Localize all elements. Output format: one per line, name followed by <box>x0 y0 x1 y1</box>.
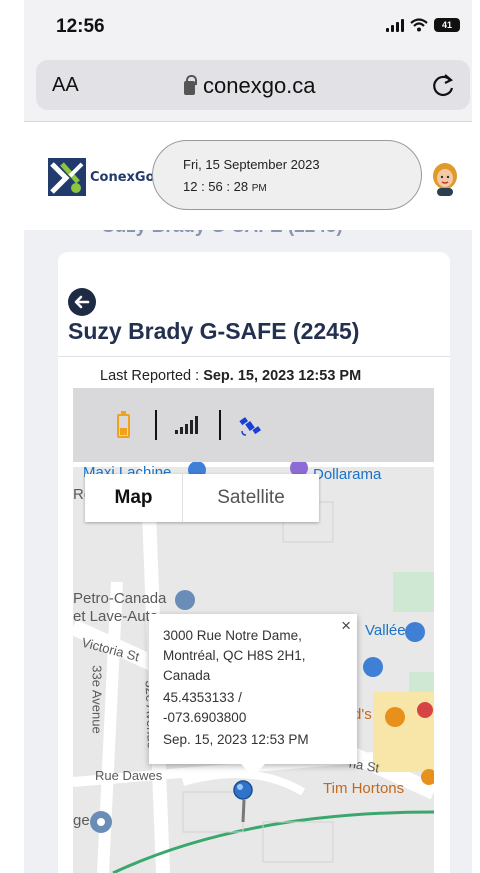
status-time: 12:56 <box>56 16 105 37</box>
lock-icon <box>184 74 197 95</box>
map-label-rue-dawes: Rue Dawes <box>95 768 163 783</box>
map-label-tim-hortons: Tim Hortons <box>323 780 405 797</box>
battery-low-icon <box>117 411 130 438</box>
ios-status-bar: 12:56 41 <box>24 0 472 56</box>
cellular-signal-icon <box>386 18 404 32</box>
report-time: Sep. 15, 2023 12:53 PM <box>163 732 309 747</box>
location-info-window: × 3000 Rue Notre Dame, Montréal, QC H8S … <box>149 614 357 776</box>
logo-mark-icon <box>48 158 86 196</box>
current-date: Fri, 15 September 2023 <box>183 157 320 172</box>
map-tab[interactable]: Map <box>85 474 183 522</box>
signal-strength-icon <box>175 416 198 434</box>
reload-icon[interactable] <box>432 72 456 98</box>
device-card: Suzy Brady G-SAFE (2245) Last Reported :… <box>58 252 450 873</box>
device-status-strip <box>73 388 434 462</box>
text-size-button[interactable]: AA <box>52 74 79 97</box>
map-label-petro: Petro-Canada <box>73 590 167 607</box>
browser-toolbar: AA conexgo.ca <box>24 56 472 122</box>
separator <box>155 410 157 440</box>
address-bar[interactable]: AA conexgo.ca <box>36 60 470 110</box>
arrow-left-icon <box>74 295 90 309</box>
current-time: 12 : 56 : 28 PM <box>183 179 267 194</box>
status-icons: 41 <box>386 18 460 32</box>
map-label-lave: et Lave-Auto <box>73 608 159 625</box>
map-label-33e-avenue: 33e Avenue <box>89 665 105 734</box>
brand-name: ConexGo <box>90 169 155 185</box>
map-type-toggle: Map Satellite <box>85 474 319 522</box>
battery-icon: 41 <box>434 18 460 32</box>
back-button[interactable] <box>68 288 96 316</box>
latitude: 45.4353133 / <box>163 690 242 705</box>
device-title: Suzy Brady G-SAFE (2245) <box>68 318 360 344</box>
wifi-icon <box>410 18 428 32</box>
url-text: conexgo.ca <box>203 73 316 98</box>
address-line: 3000 Rue Notre Dame, <box>163 628 302 643</box>
map-view[interactable]: Maxi Lachine Dollarama Re Petro-Canada e… <box>73 462 434 873</box>
longitude: -073.6903800 <box>163 710 247 725</box>
url-display[interactable]: conexgo.ca <box>184 73 316 99</box>
user-avatar[interactable] <box>430 160 460 196</box>
map-label-dollarama: Dollarama <box>313 466 382 483</box>
divider <box>58 356 450 357</box>
app-header: ConexGo Fri, 15 September 2023 12 : 56 :… <box>24 122 472 230</box>
close-icon[interactable]: × <box>341 616 351 636</box>
last-reported: Last Reported : Sep. 15, 2023 12:53 PM <box>100 368 362 384</box>
datetime-pill: Fri, 15 September 2023 12 : 56 : 28 PM <box>152 140 422 210</box>
map-label-vallee: Vallée <box>365 622 406 639</box>
map-label-ge: ge <box>73 812 90 829</box>
satellite-icon <box>239 417 261 436</box>
conexgo-logo[interactable]: ConexGo <box>48 158 155 196</box>
address-line: Canada <box>163 668 211 683</box>
satellite-tab[interactable]: Satellite <box>183 474 319 522</box>
address-line: Montréal, QC H8S 2H1, <box>163 648 306 663</box>
separator <box>219 410 221 440</box>
